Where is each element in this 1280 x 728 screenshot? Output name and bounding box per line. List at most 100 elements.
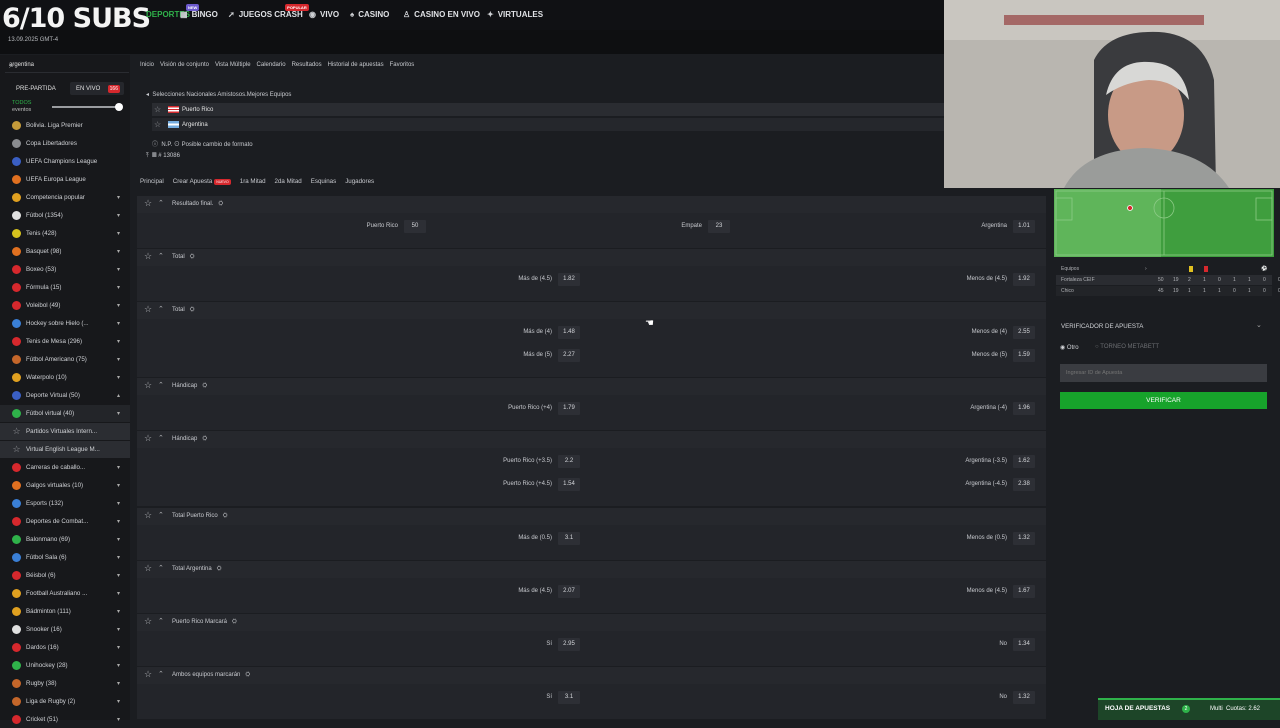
odd-button[interactable]: 2.2	[558, 455, 580, 468]
odd-button[interactable]: 1.82	[558, 273, 580, 286]
collapse-icon[interactable]: ⌃	[158, 670, 164, 678]
sidebar-item[interactable]: Fútbol virtual (40) ▾	[0, 405, 130, 422]
market-header[interactable]: ☆ ⌃ Resultado final. ⛭	[137, 196, 1046, 213]
sidebar-item[interactable]: Tenis (428) ▾	[0, 225, 130, 242]
nav-casino[interactable]: ♠ CASINO	[350, 10, 389, 19]
time-filter-slider[interactable]	[52, 103, 123, 111]
market-header[interactable]: ☆ ⌃ Total Argentina ⛭	[137, 561, 1046, 578]
odd-button[interactable]: 1.96	[1013, 402, 1035, 415]
collapse-icon[interactable]: ⌃	[158, 434, 164, 442]
chevron-icon[interactable]: ▾	[117, 536, 120, 543]
sidebar-item[interactable]: Deporte Virtual (50) ▴	[0, 387, 130, 404]
market-tab[interactable]: 2da Mitad	[275, 178, 302, 185]
sidebar-item[interactable]: Galgos virtuales (10) ▾	[0, 477, 130, 494]
chevron-icon[interactable]: ▾	[117, 626, 120, 633]
chevron-icon[interactable]: ▾	[117, 518, 120, 525]
odd-button[interactable]: 1.62	[1013, 455, 1035, 468]
favorite-star-icon[interactable]: ☆	[154, 105, 161, 114]
stats-icon[interactable]: ⛭	[202, 383, 207, 390]
odd-button[interactable]: 2.07	[558, 585, 580, 598]
chevron-down-icon[interactable]: ⌄	[1256, 321, 1262, 329]
sidebar-item[interactable]: Basquet (98) ▾	[0, 243, 130, 260]
odd-button[interactable]: 1.32	[1013, 532, 1035, 545]
market-tab[interactable]: 1ra Mitad	[240, 178, 266, 185]
sidebar-item[interactable]: UEFA Champions League	[0, 153, 130, 170]
chevron-icon[interactable]: ▾	[117, 338, 120, 345]
chevron-icon[interactable]: ▾	[117, 662, 120, 669]
market-header[interactable]: ☆ ⌃ Total ⛭	[137, 249, 1046, 266]
chevron-icon[interactable]: ▾	[117, 266, 120, 273]
sidebar-item[interactable]: Dardos (16) ▾	[0, 639, 130, 656]
stats-icon[interactable]: ⛭	[190, 254, 195, 261]
odd-button[interactable]: 2.55	[1013, 326, 1035, 339]
chevron-icon[interactable]: ▾	[117, 194, 120, 201]
market-header[interactable]: ☆ ⌃ Total Puerto Rico ⛭	[137, 508, 1046, 525]
betslip-bar[interactable]: HOJA DE APUESTAS 2 Multi Cuotas: 2.62	[1098, 698, 1280, 720]
chevron-icon[interactable]: ▾	[117, 230, 120, 237]
sidebar-item[interactable]: Snooker (16) ▾	[0, 621, 130, 638]
chevron-icon[interactable]: ▾	[117, 482, 120, 489]
stats-icon[interactable]: ⛭	[245, 672, 250, 679]
sidebar-item[interactable]: Competencia popular ▾	[0, 189, 130, 206]
verify-button[interactable]: VERIFICAR	[1060, 392, 1267, 409]
collapse-icon[interactable]: ⌃	[158, 199, 164, 207]
breadcrumb-link[interactable]: Favoritos	[390, 62, 415, 68]
stats-icon[interactable]: ⛭	[202, 436, 207, 443]
sidebar-item[interactable]: Balonmano (69) ▾	[0, 531, 130, 548]
team-row-home[interactable]: ☆ Puerto Rico	[152, 103, 944, 116]
sidebar-item[interactable]: Fútbol Sala (6) ▾	[0, 549, 130, 566]
market-tab[interactable]: Principal	[140, 178, 164, 185]
pin-icon[interactable]: ⤒	[146, 153, 149, 159]
sidebar-item[interactable]: Waterpolo (10) ▾	[0, 369, 130, 386]
sidebar-item[interactable]: Liga de Rugby (2) ▾	[0, 693, 130, 710]
collapse-icon[interactable]: ⌃	[158, 617, 164, 625]
chevron-icon[interactable]: ▾	[117, 644, 120, 651]
chevron-icon[interactable]: ▾	[117, 284, 120, 291]
favorite-star-icon[interactable]: ☆	[144, 198, 152, 209]
bet-id-input[interactable]	[1060, 364, 1267, 382]
odd-button[interactable]: 1.92	[1013, 273, 1035, 286]
chevron-icon[interactable]: ▾	[117, 248, 120, 255]
odd-button[interactable]: 3.1	[558, 691, 580, 704]
chevron-icon[interactable]: ▾	[117, 410, 120, 417]
breadcrumb-link[interactable]: Calendario	[257, 62, 286, 68]
odd-button[interactable]: 1.32	[1013, 691, 1035, 704]
chevron-icon[interactable]: ▾	[117, 698, 120, 705]
odd-button[interactable]: 1.59	[1013, 349, 1035, 362]
sidebar-item[interactable]: Boxeo (53) ▾	[0, 261, 130, 278]
stats-icon[interactable]: ⛭	[190, 307, 195, 314]
nav-virtuales[interactable]: ✦ VIRTUALES	[487, 10, 543, 19]
odd-button[interactable]: 50	[404, 220, 426, 233]
sidebar-item[interactable]: Béisbol (6) ▾	[0, 567, 130, 584]
chevron-icon[interactable]: ▾	[117, 356, 120, 363]
market-header[interactable]: ☆ ⌃ Puerto Rico Marcará ⛭	[137, 614, 1046, 631]
odd-button[interactable]: 1.67	[1013, 585, 1035, 598]
sidebar-item[interactable]: ☆ Virtual English League M...	[0, 441, 130, 458]
sidebar-item[interactable]: Hockey sobre Hielo (... ▾	[0, 315, 130, 332]
market-header[interactable]: ☆ ⌃ Hándicap ⛭	[137, 431, 1046, 448]
chevron-icon[interactable]: ▴	[117, 392, 120, 399]
favorite-star-icon[interactable]: ☆	[144, 251, 152, 262]
search-icon[interactable]: ⌕	[9, 60, 127, 71]
sidebar-item[interactable]: Rugby (38) ▾	[0, 675, 130, 692]
odd-button[interactable]: 1.34	[1013, 638, 1035, 651]
nav-juegos-crash[interactable]: ➚ JUEGOS CRASH POPULAR	[228, 4, 309, 19]
collapse-icon[interactable]: ⌃	[158, 511, 164, 519]
collapse-icon[interactable]: ⌃	[158, 564, 164, 572]
nav-vivo[interactable]: ◉ VIVO	[309, 10, 339, 19]
slider-handle[interactable]	[115, 103, 123, 111]
market-tab[interactable]: Jugadores	[345, 178, 374, 185]
chevron-icon[interactable]: ▾	[117, 374, 120, 381]
sidebar-item[interactable]: Fórmula (15) ▾	[0, 279, 130, 296]
favorite-star-icon[interactable]: ☆	[144, 669, 152, 680]
sidebar-item[interactable]: Bádminton (111) ▾	[0, 603, 130, 620]
collapse-icon[interactable]: ⌃	[158, 252, 164, 260]
event-league-title[interactable]: ◂ Selecciones Nacionales Amistosos.Mejor…	[146, 91, 291, 98]
favorite-star-icon[interactable]: ☆	[144, 563, 152, 574]
odd-button[interactable]: 1.54	[558, 478, 580, 491]
sidebar-item[interactable]: Carreras de caballo... ▾	[0, 459, 130, 476]
odd-button[interactable]: 1.48	[558, 326, 580, 339]
chevron-icon[interactable]: ▾	[117, 302, 120, 309]
sidebar-item[interactable]: Unihockey (28) ▾	[0, 657, 130, 674]
radio-otro[interactable]: ◉ Otro	[1060, 344, 1079, 351]
